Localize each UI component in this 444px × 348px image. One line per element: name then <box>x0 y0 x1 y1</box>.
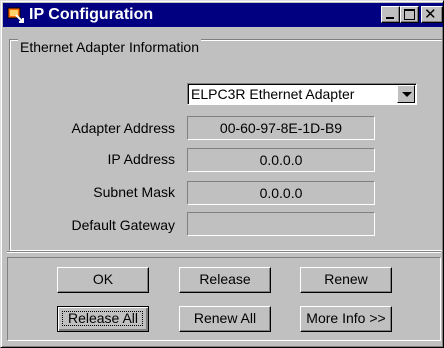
ip-address-field: 0.0.0.0 <box>187 148 375 172</box>
release-all-button-label: Release All <box>67 310 139 326</box>
window-title: IP Configuration <box>29 6 154 23</box>
minimize-button[interactable] <box>381 6 400 23</box>
chevron-down-icon <box>402 92 412 97</box>
default-gateway-label: Default Gateway <box>71 217 176 233</box>
close-icon: ✕ <box>424 5 437 23</box>
release-button-label: Release <box>199 271 251 287</box>
ip-config-window: IP Configuration ✕ Ethernet Adapter Info… <box>0 0 444 348</box>
group-label: Ethernet Adapter Information <box>18 39 201 56</box>
maximize-icon <box>404 9 415 20</box>
renew-button[interactable]: Renew <box>300 267 392 293</box>
maximize-button[interactable] <box>400 6 419 23</box>
adapter-address-label: Adapter Address <box>71 120 175 136</box>
network-app-icon[interactable] <box>7 6 25 24</box>
minimize-icon <box>386 17 394 19</box>
renew-button-label: Renew <box>324 271 368 287</box>
adapter-select-value: ELPC3R Ethernet Adapter <box>191 86 355 102</box>
subnet-mask-label: Subnet Mask <box>93 184 175 200</box>
ip-address-label: IP Address <box>107 151 175 167</box>
more-info-button[interactable]: More Info >> <box>300 306 392 332</box>
close-button[interactable]: ✕ <box>421 5 443 23</box>
title-bar[interactable]: IP Configuration ✕ <box>3 3 443 27</box>
release-button[interactable]: Release <box>179 267 271 293</box>
release-all-button[interactable]: Release All <box>57 306 149 332</box>
default-gateway-field <box>187 212 375 236</box>
dropdown-button[interactable] <box>397 85 415 103</box>
renew-all-button-label: Renew All <box>193 310 257 326</box>
renew-all-button[interactable]: Renew All <box>179 306 271 332</box>
adapter-address-field: 00-60-97-8E-1D-B9 <box>187 116 375 140</box>
adapter-select[interactable]: ELPC3R Ethernet Adapter <box>187 83 417 105</box>
divider <box>7 251 441 253</box>
ok-button[interactable]: OK <box>57 267 149 293</box>
subnet-mask-field: 0.0.0.0 <box>187 181 375 205</box>
more-info-button-label: More Info >> <box>306 310 386 326</box>
ok-button-label: OK <box>92 271 114 287</box>
